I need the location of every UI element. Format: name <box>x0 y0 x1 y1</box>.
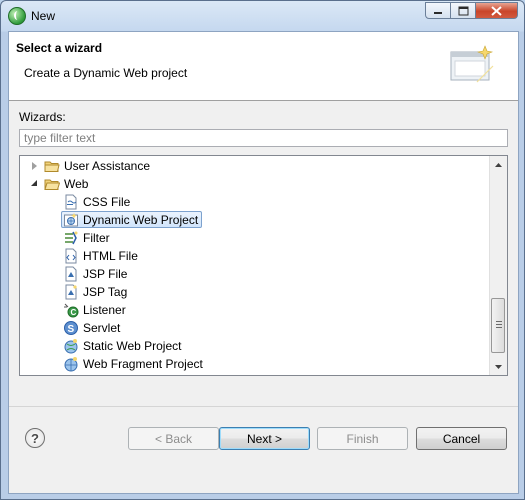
tree-item-css-file[interactable]: CSS File <box>20 193 490 211</box>
grip-line <box>496 327 502 328</box>
tree-item-label: Servlet <box>83 321 121 335</box>
svg-text:C: C <box>71 308 77 317</box>
tree-item-dynamic-web-project[interactable]: Dynamic Web Project <box>20 211 490 229</box>
servlet-icon: S <box>64 321 78 335</box>
separator <box>9 406 518 407</box>
back-button[interactable]: < Back <box>128 427 219 450</box>
expand-arrow-icon[interactable] <box>32 162 37 170</box>
tree-item-jsp-file[interactable]: JSP File <box>20 265 490 283</box>
banner-subtitle: Create a Dynamic Web project <box>24 66 188 80</box>
tree-item-label: JSP Tag <box>83 285 128 299</box>
tree-item-web-fragment-project[interactable]: Web Fragment Project <box>20 355 490 373</box>
wizard-banner-icon <box>450 45 494 83</box>
tree-item-servlet[interactable]: S Servlet <box>20 319 490 337</box>
filter-icon <box>65 231 78 245</box>
css-file-icon <box>65 194 77 210</box>
tree-item-listener[interactable]: C Listener <box>20 301 490 319</box>
jsp-file-icon <box>65 266 77 282</box>
vertical-scrollbar[interactable] <box>489 156 507 375</box>
scrollbar-thumb[interactable] <box>491 298 505 353</box>
tree-item-jsp-tag[interactable]: JSP Tag <box>20 283 490 301</box>
minimize-icon <box>434 11 442 14</box>
maximize-icon <box>458 6 468 15</box>
svg-text:S: S <box>68 324 75 335</box>
grip-line <box>496 324 502 325</box>
tree-item-html-file[interactable]: HTML File <box>20 247 490 265</box>
tree-item-label: Listener <box>83 303 126 317</box>
window-title: New <box>31 9 56 23</box>
cancel-button[interactable]: Cancel <box>416 427 507 450</box>
wizard-banner: Select a wizard Create a Dynamic Web pro… <box>9 32 518 101</box>
banner-title: Select a wizard <box>16 41 103 55</box>
jsp-tag-icon <box>65 284 77 300</box>
window-controls <box>425 2 518 19</box>
tree-item-label: CSS File <box>83 195 131 209</box>
tree-item-label: Filter <box>83 231 110 245</box>
scroll-up-arrow-icon <box>495 162 502 167</box>
tree-item-filter[interactable]: Filter <box>20 229 490 247</box>
dialog-body: Select a wizard Create a Dynamic Web pro… <box>8 31 519 494</box>
title-bar[interactable]: New <box>1 1 524 31</box>
tree-item-web[interactable]: Web <box>20 175 490 193</box>
filter-input[interactable] <box>19 129 508 147</box>
static-web-project-icon <box>64 339 78 354</box>
scroll-down-button[interactable] <box>490 358 507 375</box>
tree-item-label: Web <box>64 177 89 191</box>
finish-button[interactable]: Finish <box>317 427 408 450</box>
listener-icon: C <box>64 303 79 318</box>
maximize-button[interactable] <box>450 2 476 19</box>
folder-open-icon <box>44 179 60 190</box>
tree-item-user-assistance[interactable]: User Assistance <box>20 157 490 175</box>
wizard-tree[interactable]: User Assistance Web CSS File Dynamic Web… <box>19 155 508 376</box>
scroll-up-button[interactable] <box>490 156 507 173</box>
tree-item-label: Static Web Project <box>83 339 182 353</box>
next-button[interactable]: Next > <box>219 427 310 450</box>
close-icon <box>491 5 502 16</box>
tree-item-label: User Assistance <box>64 159 151 173</box>
tree-item-label: Dynamic Web Project <box>83 213 199 227</box>
wizards-label: Wizards: <box>19 110 66 124</box>
dialog-window: New Select a wizard Create a Dynamic Web… <box>0 0 525 500</box>
folder-icon <box>44 161 60 172</box>
collapse-arrow-icon[interactable] <box>31 180 37 186</box>
help-button[interactable]: ? <box>25 428 45 448</box>
minimize-button[interactable] <box>425 2 451 19</box>
help-icon: ? <box>31 430 39 446</box>
dynamic-web-project-icon <box>64 213 78 227</box>
tree-item-label: JSP File <box>83 267 128 281</box>
html-file-icon <box>65 248 77 264</box>
tree-item-label: Web Fragment Project <box>83 357 203 371</box>
scroll-down-arrow-icon <box>495 364 502 369</box>
grip-line <box>496 321 502 322</box>
tree-item-static-web-project[interactable]: Static Web Project <box>20 337 490 355</box>
web-fragment-project-icon <box>64 357 78 372</box>
close-button[interactable] <box>475 2 518 19</box>
eclipse-app-icon <box>8 7 26 25</box>
tree-item-label: HTML File <box>83 249 138 263</box>
